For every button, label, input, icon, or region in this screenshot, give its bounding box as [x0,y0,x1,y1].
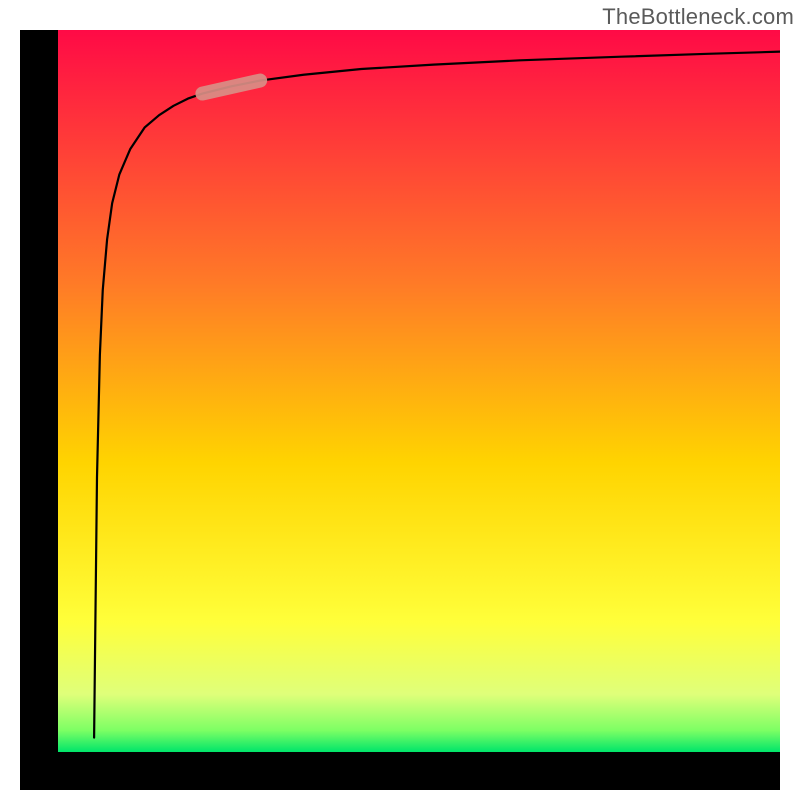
attribution-text: TheBottleneck.com [602,4,794,30]
chart-container [20,30,780,790]
x-axis [20,752,780,790]
y-axis [20,30,58,790]
chart-svg [20,30,780,790]
plot-background [58,30,780,752]
